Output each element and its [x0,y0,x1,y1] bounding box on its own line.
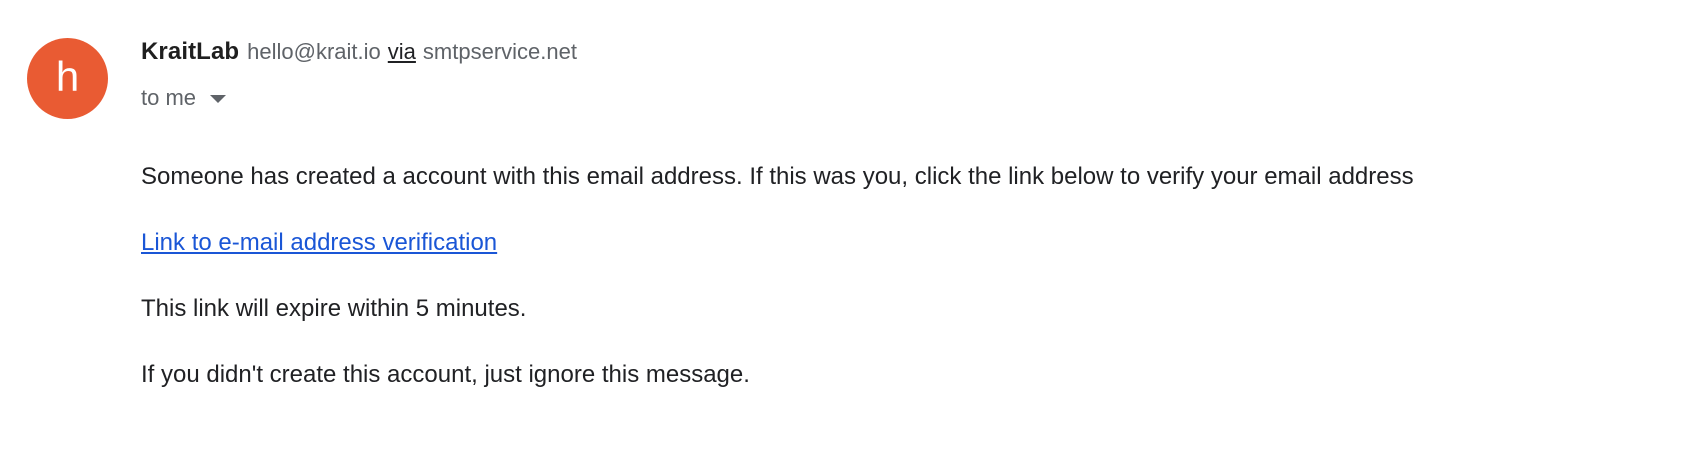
sender-name[interactable]: KraitLab [141,38,239,66]
body-paragraph-link: Link to e-mail address verification [141,226,1676,292]
via-domain: smtpservice.net [422,39,577,64]
verification-link[interactable]: Link to e-mail address verification [141,229,497,256]
message-body: Someone has created a account with this … [141,160,1676,424]
email-message: h KraitLab hello@krait.io via smtpservic… [0,0,1696,470]
avatar-letter: h [55,52,80,100]
chevron-down-icon[interactable] [210,95,227,103]
body-paragraph-ignore: If you didn't create this account, just … [141,361,750,388]
sender-email[interactable]: hello@krait.io [247,39,381,65]
body-paragraph-expiry: This link will expire within 5 minutes. [141,295,527,322]
body-paragraph-intro: Someone has created a account with this … [141,163,1414,190]
sender-avatar[interactable]: h [27,38,108,119]
from-line: KraitLab hello@krait.io via smtpservice.… [141,38,1676,78]
recipient-details-toggle[interactable]: to me [141,78,227,118]
via-link[interactable]: via [388,39,416,65]
message-header: KraitLab hello@krait.io via smtpservice.… [141,38,1676,118]
recipient-label: to me [141,85,197,110]
